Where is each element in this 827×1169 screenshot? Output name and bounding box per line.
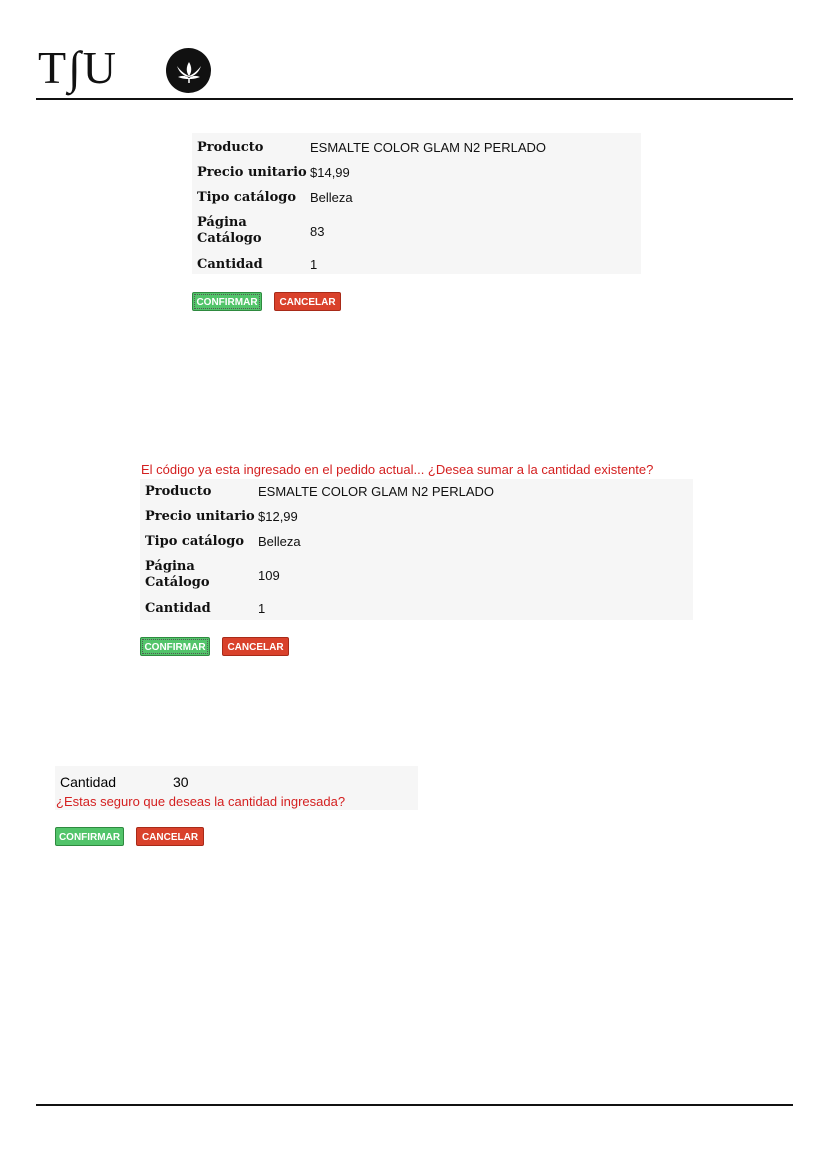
detail-value: ESMALTE COLOR GLAM N2 PERLADO xyxy=(258,484,494,499)
detail-row: Cantidad 1 xyxy=(197,252,546,277)
detail-row: Tipo catálogo Belleza xyxy=(197,185,546,210)
detail-label: Página Catálogo xyxy=(197,215,262,246)
quantity-warning: ¿Estas seguro que deseas la cantidad ing… xyxy=(56,794,346,809)
cancel-button[interactable]: CANCELAR xyxy=(274,292,341,311)
detail-label: Cantidad xyxy=(145,601,211,616)
detail-row: Página Catálogo 83 xyxy=(197,210,546,252)
quantity-value: 30 xyxy=(173,774,189,790)
detail-label: Tipo catálogo xyxy=(197,190,297,205)
detail-row: Página Catálogo 109 xyxy=(145,554,494,596)
confirm-button[interactable]: CONFIRMAR xyxy=(140,637,210,656)
lotus-flower-icon xyxy=(166,48,211,93)
cancel-button[interactable]: CANCELAR xyxy=(136,827,204,846)
detail-row: Producto ESMALTE COLOR GLAM N2 PERLADO xyxy=(145,479,494,504)
page-header: T∫U xyxy=(36,44,793,100)
detail-label: Tipo catálogo xyxy=(145,534,245,549)
detail-row: Producto ESMALTE COLOR GLAM N2 PERLADO xyxy=(197,135,546,160)
detail-row: Precio unitario $12,99 xyxy=(145,504,494,529)
detail-value: 109 xyxy=(258,567,280,583)
brand-logo: T∫U xyxy=(38,42,118,93)
detail-row: Tipo catálogo Belleza xyxy=(145,529,494,554)
detail-value: 1 xyxy=(258,601,266,616)
detail-label: Producto xyxy=(197,140,264,155)
quantity-confirm-panel: Cantidad 30 ¿Estas seguro que deseas la … xyxy=(55,766,418,810)
footer-divider xyxy=(36,1104,793,1106)
detail-label: Precio unitario xyxy=(145,509,255,524)
detail-label: Producto xyxy=(145,484,212,499)
quantity-label: Cantidad xyxy=(60,774,117,790)
product-detail-panel: Producto ESMALTE COLOR GLAM N2 PERLADO P… xyxy=(140,479,693,620)
detail-value: ESMALTE COLOR GLAM N2 PERLADO xyxy=(310,140,546,155)
detail-value: 83 xyxy=(310,223,325,239)
header-divider xyxy=(36,98,793,100)
detail-label: Precio unitario xyxy=(197,165,307,180)
duplicate-code-warning: El código ya esta ingresado en el pedido… xyxy=(141,462,654,477)
detail-value: $12,99 xyxy=(258,509,298,524)
product-detail-panel: Producto ESMALTE COLOR GLAM N2 PERLADO P… xyxy=(192,133,641,274)
detail-label: Cantidad xyxy=(197,257,263,272)
confirm-button[interactable]: CONFIRMAR xyxy=(192,292,262,311)
detail-value: Belleza xyxy=(310,190,353,205)
cancel-button[interactable]: CANCELAR xyxy=(222,637,289,656)
detail-row: Cantidad 1 xyxy=(145,596,494,621)
detail-value: 1 xyxy=(310,257,318,272)
detail-value: $14,99 xyxy=(310,165,350,180)
detail-row: Precio unitario $14,99 xyxy=(197,160,546,185)
confirm-button[interactable]: CONFIRMAR xyxy=(55,827,124,846)
detail-label: Página Catálogo xyxy=(145,559,210,590)
detail-value: Belleza xyxy=(258,534,301,549)
